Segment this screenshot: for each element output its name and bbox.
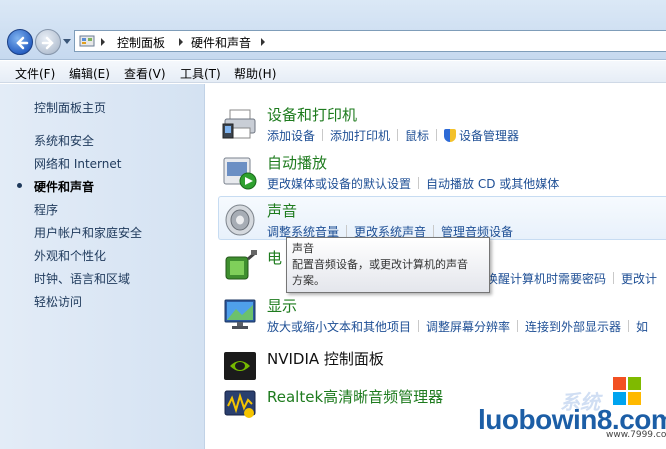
sidebar-item-network-internet[interactable]: 网络和 Internet <box>34 155 121 172</box>
back-arrow-icon <box>16 36 29 50</box>
sidebar-item-hardware-sound[interactable]: 硬件和声音 <box>34 178 94 195</box>
watermark-url: www.7999.com <box>606 430 666 440</box>
category-title[interactable]: 设备和打印机 <box>267 104 357 125</box>
tooltip-text-line1: 配置音频设备，或更改计算机的声音 <box>292 258 468 271</box>
sound-tooltip: 声音 配置音频设备，或更改计算机的声音 方案。 <box>286 237 490 293</box>
menu-file[interactable]: 文件(F) <box>15 65 55 82</box>
sidebar-item-user-accounts[interactable]: 用户帐户和家庭安全 <box>34 224 142 241</box>
link-autoplay-cd[interactable]: 自动播放 CD 或其他媒体 <box>426 177 559 191</box>
link-more[interactable]: 如 <box>636 320 648 334</box>
category-links: 添加设备 添加打印机 鼠标 设备管理器 <box>267 127 519 144</box>
category-title[interactable]: 自动播放 <box>267 152 327 173</box>
category-title[interactable]: 电 <box>267 247 282 268</box>
breadcrumb-separator-icon[interactable] <box>101 38 105 46</box>
windows-logo-icon <box>613 377 641 405</box>
sidebar-item-programs[interactable]: 程序 <box>34 201 58 218</box>
category-title[interactable]: 显示 <box>267 295 297 316</box>
nvidia-icon[interactable] <box>222 348 258 384</box>
printer-icon[interactable] <box>222 106 258 142</box>
navigation-bar: 控制面板 硬件和声音 <box>0 0 666 60</box>
forward-arrow-icon <box>41 36 54 50</box>
category-title[interactable]: NVIDIA 控制面板 <box>267 348 384 369</box>
category-links: 放大或缩小文本和其他项目 调整屏幕分辨率 连接到外部显示器 如 <box>267 318 648 335</box>
link-external-display[interactable]: 连接到外部显示器 <box>525 320 621 334</box>
speaker-icon[interactable] <box>222 202 258 238</box>
realtek-icon[interactable] <box>222 386 258 422</box>
link-add-device[interactable]: 添加设备 <box>267 129 315 143</box>
active-bullet-icon <box>17 183 22 188</box>
menu-edit[interactable]: 编辑(E) <box>69 65 110 82</box>
link-mouse[interactable]: 鼠标 <box>405 129 429 143</box>
display-icon[interactable] <box>222 297 258 333</box>
menu-view[interactable]: 查看(V) <box>124 65 166 82</box>
sidebar-item-ease-of-access[interactable]: 轻松访问 <box>34 293 82 310</box>
sidebar-item-clock-language[interactable]: 时钟、语言和区域 <box>34 270 130 287</box>
left-navigation-pane: 控制面板主页 系统和安全 网络和 Internet 硬件和声音 程序 用户帐户和… <box>0 84 205 449</box>
breadcrumb-hardware-sound[interactable]: 硬件和声音 <box>191 34 251 51</box>
shield-icon <box>444 129 457 142</box>
address-bar[interactable]: 控制面板 硬件和声音 <box>74 30 666 52</box>
link-device-manager[interactable]: 设备管理器 <box>459 129 519 143</box>
autoplay-icon[interactable] <box>222 154 258 190</box>
breadcrumb-control-panel[interactable]: 控制面板 <box>117 34 165 51</box>
category-links: 唤醒计算机时需要密码 更改计 <box>486 270 657 287</box>
link-change-media-defaults[interactable]: 更改媒体或设备的默认设置 <box>267 177 411 191</box>
breadcrumb-separator-icon[interactable] <box>261 38 265 46</box>
category-links: 更改媒体或设备的默认设置 自动播放 CD 或其他媒体 <box>267 175 559 192</box>
control-panel-icon <box>79 35 95 47</box>
sidebar-item-control-panel-home[interactable]: 控制面板主页 <box>34 99 106 116</box>
forward-button[interactable] <box>35 29 61 55</box>
menu-help[interactable]: 帮助(H) <box>234 65 276 82</box>
sidebar-item-system-security[interactable]: 系统和安全 <box>34 132 94 149</box>
tooltip-title: 声音 <box>292 242 314 255</box>
menu-bar: 文件(F) 编辑(E) 查看(V) 工具(T) 帮助(H) <box>0 61 666 83</box>
back-button[interactable] <box>7 29 33 55</box>
link-change-power[interactable]: 更改计 <box>621 272 657 286</box>
menu-tools[interactable]: 工具(T) <box>180 65 221 82</box>
link-add-printer[interactable]: 添加打印机 <box>330 129 390 143</box>
recent-pages-dropdown[interactable] <box>63 39 71 44</box>
category-title[interactable]: Realtek高清晰音频管理器 <box>267 386 443 407</box>
breadcrumb-separator-icon[interactable] <box>179 38 183 46</box>
link-resolution[interactable]: 调整屏幕分辨率 <box>426 320 510 334</box>
tooltip-text-line2: 方案。 <box>292 274 325 287</box>
sidebar-item-appearance[interactable]: 外观和个性化 <box>34 247 106 264</box>
power-icon[interactable] <box>222 249 258 285</box>
link-wake-password[interactable]: 唤醒计算机时需要密码 <box>486 272 606 286</box>
link-text-size[interactable]: 放大或缩小文本和其他项目 <box>267 320 411 334</box>
category-title[interactable]: 声音 <box>267 200 297 221</box>
